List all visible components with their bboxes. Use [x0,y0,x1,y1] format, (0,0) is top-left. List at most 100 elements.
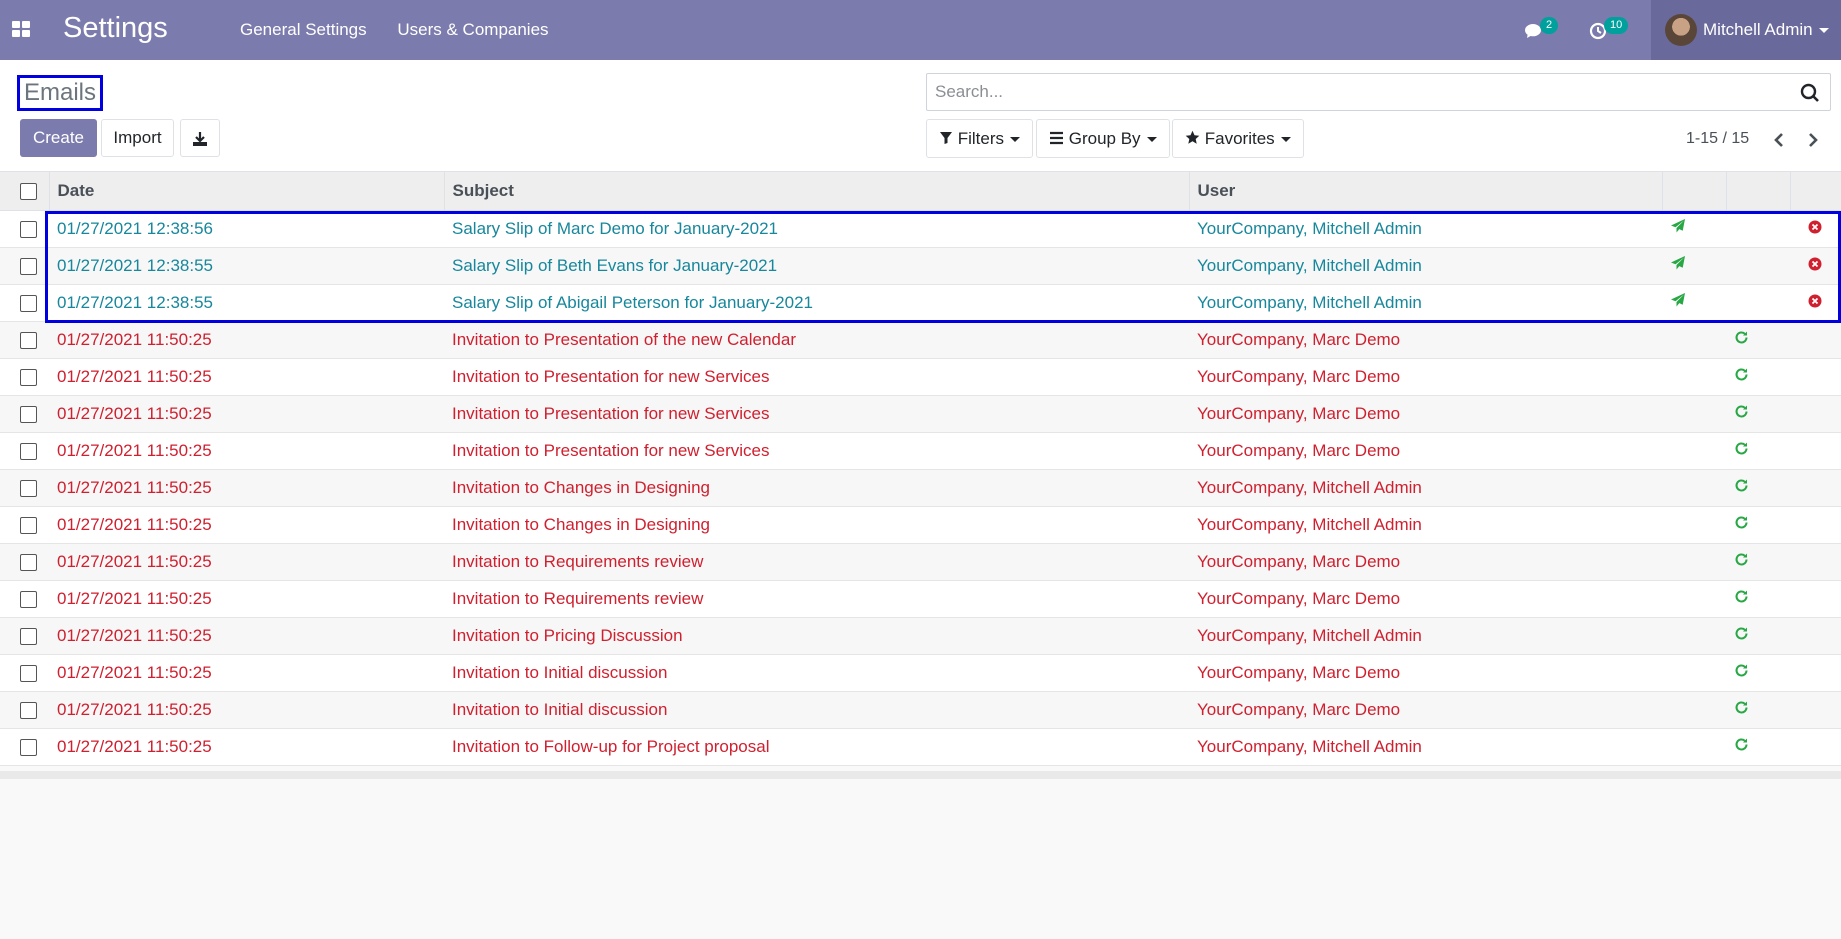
cell-subject[interactable]: Invitation to Presentation for new Servi… [444,358,1189,396]
send-icon[interactable] [1670,255,1686,271]
row-checkbox[interactable] [20,664,37,682]
row-checkbox[interactable] [20,738,37,756]
cell-subject[interactable]: Invitation to Requirements review [444,580,1189,618]
cell-date[interactable]: 01/27/2021 11:50:25 [49,358,444,396]
column-header-subject[interactable]: Subject [443,172,1189,211]
table-row[interactable]: 01/27/2021 12:38:56 Salary Slip of Marc D… [0,210,1841,248]
cell-user[interactable]: YourCompany, Marc Demo [1189,321,1662,359]
table-row[interactable]: 01/27/2021 11:50:25 Invitation to Initial… [0,654,1841,692]
cell-subject[interactable]: Salary Slip of Abigail Peterson for Janu… [444,284,1189,322]
retry-icon[interactable] [1734,367,1749,382]
select-all-checkbox[interactable] [20,182,37,200]
retry-icon[interactable] [1734,626,1749,641]
cell-subject[interactable]: Invitation to Changes in Designing [444,506,1189,544]
column-header-date[interactable]: Date [48,172,444,211]
retry-icon[interactable] [1734,404,1749,419]
pager-value[interactable]: 1-15 / 15 [1686,130,1749,148]
table-row[interactable]: 01/27/2021 11:50:25 Invitation to Initial… [0,691,1841,729]
table-row[interactable]: 01/27/2021 11:50:25 Invitation to Changes… [0,469,1841,507]
cell-user[interactable]: YourCompany, Mitchell Admin [1189,617,1662,655]
cell-subject[interactable]: Invitation to Presentation for new Servi… [444,395,1189,433]
row-checkbox[interactable] [20,479,37,497]
cell-date[interactable]: 01/27/2021 11:50:25 [49,321,444,359]
cell-user[interactable]: YourCompany, Mitchell Admin [1189,247,1662,285]
cell-user[interactable]: YourCompany, Mitchell Admin [1189,728,1662,766]
cell-date[interactable]: 01/27/2021 12:38:55 [49,284,444,322]
user-menu[interactable]: Mitchell Admin [1651,0,1841,60]
import-button[interactable]: Import [101,119,174,157]
retry-icon[interactable] [1734,515,1749,530]
cell-subject[interactable]: Invitation to Presentation of the new Ca… [444,321,1189,359]
row-checkbox[interactable] [20,627,37,645]
table-row[interactable]: 01/27/2021 11:50:25 Invitation to Require… [0,543,1841,581]
cell-date[interactable]: 01/27/2021 11:50:25 [49,691,444,729]
cell-user[interactable]: YourCompany, Marc Demo [1189,543,1662,581]
row-checkbox[interactable] [20,590,37,608]
cell-date[interactable]: 01/27/2021 11:50:25 [49,543,444,581]
row-checkbox[interactable] [20,701,37,719]
cell-user[interactable]: YourCompany, Mitchell Admin [1189,284,1662,322]
retry-icon[interactable] [1734,737,1749,752]
cancel-icon[interactable] [1808,294,1822,308]
table-row[interactable]: 01/27/2021 11:50:25 Invitation to Present… [0,358,1841,396]
cell-date[interactable]: 01/27/2021 11:50:25 [49,395,444,433]
cell-subject[interactable]: Invitation to Initial discussion [444,654,1189,692]
retry-icon[interactable] [1734,441,1749,456]
cell-user[interactable]: YourCompany, Mitchell Admin [1189,469,1662,507]
cell-date[interactable]: 01/27/2021 11:50:25 [49,432,444,470]
cell-user[interactable]: YourCompany, Mitchell Admin [1189,506,1662,544]
apps-menu-icon[interactable] [12,21,30,37]
cell-user[interactable]: YourCompany, Marc Demo [1189,580,1662,618]
cell-subject[interactable]: Salary Slip of Marc Demo for January-202… [444,210,1189,248]
row-checkbox[interactable] [20,220,37,238]
create-button[interactable]: Create [20,119,97,157]
cell-user[interactable]: YourCompany, Marc Demo [1189,432,1662,470]
row-checkbox[interactable] [20,294,37,312]
table-row[interactable]: 01/27/2021 11:50:25 Invitation to Present… [0,395,1841,433]
favorites-button[interactable]: Favorites [1172,119,1304,158]
cell-user[interactable]: YourCompany, Marc Demo [1189,395,1662,433]
search-input[interactable] [927,74,1830,110]
cell-user[interactable]: YourCompany, Marc Demo [1189,358,1662,396]
retry-icon[interactable] [1734,330,1749,345]
download-button[interactable] [180,119,220,157]
table-row[interactable]: 01/27/2021 11:50:25 Invitation to Require… [0,580,1841,618]
retry-icon[interactable] [1734,589,1749,604]
cell-date[interactable]: 01/27/2021 11:50:25 [49,617,444,655]
cell-subject[interactable]: Invitation to Initial discussion [444,691,1189,729]
pager-previous-icon[interactable] [1768,129,1790,151]
row-checkbox[interactable] [20,553,37,571]
cell-subject[interactable]: Salary Slip of Beth Evans for January-20… [444,247,1189,285]
filters-button[interactable]: Filters [926,119,1034,158]
table-row[interactable]: 01/27/2021 12:38:55 Salary Slip of Beth E… [0,247,1841,285]
row-checkbox[interactable] [20,368,37,386]
row-checkbox[interactable] [20,442,37,460]
table-row[interactable]: 01/27/2021 11:50:25 Invitation to Present… [0,321,1841,359]
cell-date[interactable]: 01/27/2021 11:50:25 [49,469,444,507]
table-row[interactable]: 01/27/2021 11:50:25 Invitation to Present… [0,432,1841,470]
cell-date[interactable]: 01/27/2021 12:38:55 [49,247,444,285]
cell-subject[interactable]: Invitation to Changes in Designing [444,469,1189,507]
cancel-icon[interactable] [1808,257,1822,271]
pager-next-icon[interactable] [1802,129,1824,151]
retry-icon[interactable] [1734,663,1749,678]
retry-icon[interactable] [1734,478,1749,493]
cell-date[interactable]: 01/27/2021 11:50:25 [49,580,444,618]
retry-icon[interactable] [1734,700,1749,715]
row-checkbox[interactable] [20,331,37,349]
row-checkbox[interactable] [20,516,37,534]
send-icon[interactable] [1670,292,1686,308]
cell-date[interactable]: 01/27/2021 11:50:25 [49,506,444,544]
row-checkbox[interactable] [20,257,37,275]
cell-subject[interactable]: Invitation to Presentation for new Servi… [444,432,1189,470]
table-row[interactable]: 01/27/2021 11:50:25 Invitation to Follow-… [0,728,1841,766]
cell-user[interactable]: YourCompany, Marc Demo [1189,691,1662,729]
table-row[interactable]: 01/27/2021 11:50:25 Invitation to Pricing… [0,617,1841,655]
row-checkbox[interactable] [20,405,37,423]
cell-date[interactable]: 01/27/2021 11:50:25 [49,728,444,766]
table-row[interactable]: 01/27/2021 11:50:25 Invitation to Changes… [0,506,1841,544]
send-icon[interactable] [1670,218,1686,234]
table-row[interactable]: 01/27/2021 12:38:55 Salary Slip of Abigai… [0,284,1841,322]
cell-date[interactable]: 01/27/2021 12:38:56 [49,210,444,248]
search-icon[interactable] [1800,83,1820,103]
